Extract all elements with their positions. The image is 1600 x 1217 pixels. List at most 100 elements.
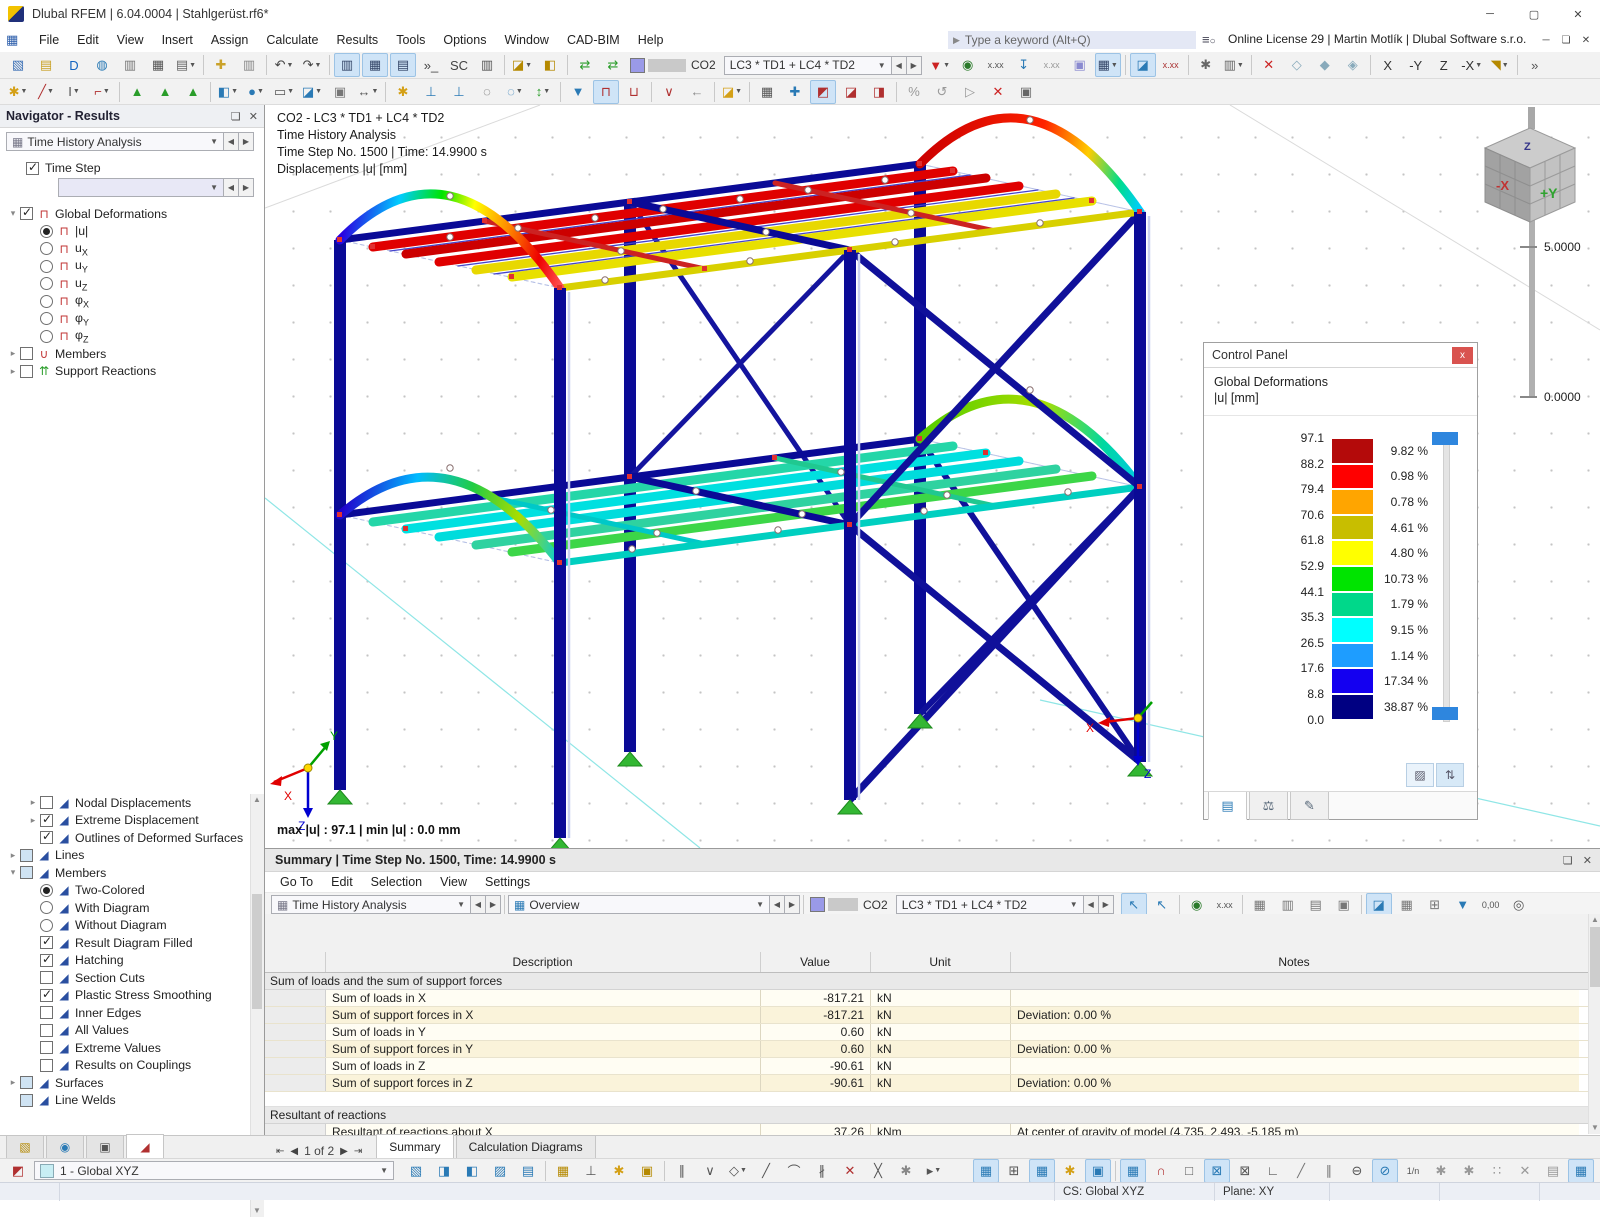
tree-item-without-diagram[interactable]: ◢ Without Diagram <box>0 917 248 935</box>
table-rows-icon[interactable]: ▤ <box>1303 893 1329 917</box>
tree-expander-icon[interactable]: ▸ <box>26 815 40 826</box>
tree-item-surfaces[interactable]: ▸ ◢ Surfaces <box>0 1074 248 1092</box>
intersection-snap-icon[interactable]: ✕ <box>837 1159 863 1183</box>
tree-radio[interactable] <box>40 883 53 897</box>
legend-slider-top-handle[interactable] <box>1432 432 1458 445</box>
tree-item-section-cuts[interactable]: ◢ Section Cuts <box>0 969 248 987</box>
show-results-icon[interactable]: ◉ <box>955 53 981 77</box>
tree-radio[interactable] <box>40 242 53 256</box>
axes-icon[interactable]: ✚ <box>782 80 808 104</box>
combination-prev-button[interactable]: ◀ <box>891 55 907 75</box>
circle-snap-icon[interactable]: ⊘ <box>1372 1158 1398 1183</box>
diagram-toggle-icon[interactable]: ◪ <box>1129 53 1156 77</box>
tree-item-u[interactable]: ⊓ uY <box>0 258 264 276</box>
tree-item-with-diagram[interactable]: ◢ With Diagram <box>0 899 248 917</box>
work-plane-xy-icon[interactable]: ◩ <box>810 79 836 104</box>
dlubal-cloud-icon[interactable]: D <box>61 53 87 77</box>
summary-analysis-next-button[interactable]: ▶ <box>486 895 501 914</box>
measure-icon[interactable]: ↔ ▼ <box>355 80 381 104</box>
mdi-close-button[interactable]: ✕ <box>1576 32 1596 48</box>
work-plane-xz-icon[interactable]: ◨ <box>866 80 892 104</box>
summary-menu-selection[interactable]: Selection <box>362 870 431 894</box>
new-solid-icon[interactable]: ▲ <box>152 80 178 104</box>
tree-item-inner-edges[interactable]: ◢ Inner Edges <box>0 1004 248 1022</box>
delete-icon[interactable]: ✕ <box>985 80 1011 104</box>
tree-item--[interactable]: ⊓ φZ <box>0 328 264 346</box>
pattern-snap-icon[interactable]: ∷ <box>1484 1159 1510 1183</box>
summary-maximize-icon[interactable]: ❏ <box>1563 854 1573 867</box>
tree-item-line-welds[interactable]: ◢ Line Welds <box>0 1092 248 1110</box>
time-step-select[interactable]: ▼ <box>58 178 224 197</box>
work-plane-yz-icon[interactable]: ◪ <box>838 80 864 104</box>
tree-checkbox[interactable] <box>40 1023 53 1037</box>
summary-combination-next-button[interactable]: ▶ <box>1098 895 1114 914</box>
snap-grid-toggle-icon[interactable]: ▣ <box>1085 1158 1111 1183</box>
snap-b-icon[interactable]: ✱ <box>1456 1159 1482 1183</box>
tree-item-support-reactions[interactable]: ▸ ⇈ Support Reactions <box>0 363 264 381</box>
menu-cad-bim[interactable]: CAD-BIM <box>558 28 629 52</box>
calc-params-icon[interactable]: ▥ ▼ <box>1221 53 1247 77</box>
result-values-icon[interactable]: x.xx <box>983 53 1009 77</box>
tree-checkbox[interactable] <box>40 971 53 985</box>
legend-slider-track[interactable] <box>1443 438 1450 722</box>
menu-results[interactable]: Results <box>328 28 388 52</box>
max-values-icon[interactable]: ↧ <box>1011 53 1037 77</box>
line-snap-icon[interactable]: ╱ <box>753 1159 779 1183</box>
select-box-icon[interactable]: □ <box>1176 1159 1202 1183</box>
column-unit[interactable]: Unit <box>870 955 1010 969</box>
extra-snap-icon[interactable]: ✱ <box>893 1159 919 1183</box>
nodal-load-icon[interactable]: ● ▼ <box>243 80 269 104</box>
arc-snap-icon[interactable]: ⌒ <box>781 1159 807 1183</box>
plane-front-icon[interactable]: ◨ <box>431 1159 457 1183</box>
tree-expander-icon[interactable]: ▸ <box>6 1077 20 1088</box>
table-row[interactable]: Sum of support forces in X -817.21 kN Devia… <box>265 1007 1588 1024</box>
rotate-icon[interactable]: ↺ <box>929 80 955 104</box>
menu-options[interactable]: Options <box>434 28 495 52</box>
table-columns-icon[interactable]: ▥ <box>1275 893 1301 917</box>
tree-radio[interactable] <box>40 901 53 915</box>
sync-model-selection-icon[interactable]: ↖ <box>1120 892 1147 917</box>
print-preview-icon[interactable]: ▥ <box>117 53 143 77</box>
maximize-button[interactable]: ▢ <box>1512 0 1556 28</box>
tree-item-u[interactable]: ⊓ uZ <box>0 275 264 293</box>
pager-next-button[interactable]: ▶ <box>340 1146 348 1157</box>
tree-item--u-[interactable]: ⊓ |u| <box>0 223 264 241</box>
minimize-button[interactable]: ─ <box>1468 0 1512 28</box>
decimals-ic on-icon[interactable]: 0,00 <box>1478 893 1504 917</box>
plane-top-icon[interactable]: ▨ <box>487 1159 513 1183</box>
undo-icon[interactable]: ↶ ▼ <box>271 53 297 77</box>
navigator-toggle-icon[interactable]: ▥ <box>334 53 360 77</box>
navigator-close-icon[interactable]: ✕ <box>249 110 258 123</box>
load-diagram-icon[interactable]: ∨ <box>656 80 682 104</box>
tree-radio[interactable] <box>40 294 53 308</box>
plane-side-icon[interactable]: ◧ <box>459 1159 485 1183</box>
background-grid-icon[interactable]: ▦ <box>1568 1158 1594 1183</box>
column-value[interactable]: Value <box>760 955 870 969</box>
menu-window[interactable]: Window <box>495 28 557 52</box>
tree-item-nodal-displacements[interactable]: ▸ ◢ Nodal Displacements <box>0 794 248 812</box>
summary-analysis-prev-button[interactable]: ◀ <box>471 895 486 914</box>
summary-combination-prev-button[interactable]: ◀ <box>1083 895 1099 914</box>
close-button[interactable]: ✕ <box>1556 0 1600 28</box>
save-icon[interactable]: ▦ <box>145 53 171 77</box>
panel-tab-factors-tab[interactable]: ⚖ <box>1249 792 1288 820</box>
table-row[interactable]: Sum of loads in X -817.21 kN <box>265 990 1588 1007</box>
tree-checkbox[interactable] <box>20 1093 33 1107</box>
summary-titlebar[interactable]: Summary | Time Step No. 1500, Time: 14.9… <box>265 849 1600 872</box>
column-notes[interactable]: Notes <box>1010 955 1578 969</box>
table-row[interactable]: Sum of support forces in Z -90.61 kN Deviat… <box>265 1075 1588 1092</box>
table-row[interactable]: Sum of support forces in Y 0.60 kN Deviatio… <box>265 1041 1588 1058</box>
copy-table-icon[interactable]: ▥ <box>236 53 262 77</box>
export-icon[interactable]: ⇄ <box>600 53 626 77</box>
table-search-icon[interactable]: ◎ <box>1506 893 1532 917</box>
time-step-next-button[interactable]: ▶ <box>239 178 254 197</box>
summary-menu-view[interactable]: View <box>431 870 476 894</box>
result-table-icon[interactable]: ▦ ▼ <box>1094 53 1121 77</box>
tree-radio[interactable] <box>40 277 53 291</box>
parallel-snap-icon[interactable]: ∦ <box>809 1159 835 1183</box>
tree-item-extreme-displacement[interactable]: ▸ ◢ Extreme Displacement <box>0 812 248 830</box>
keyword-search-icon[interactable]: ≡○ <box>1202 32 1220 48</box>
polar-snap-icon[interactable]: ◇ ▼ <box>725 1159 751 1183</box>
view-x-icon[interactable]: X <box>1375 53 1401 77</box>
column-description[interactable]: Description <box>325 955 760 969</box>
